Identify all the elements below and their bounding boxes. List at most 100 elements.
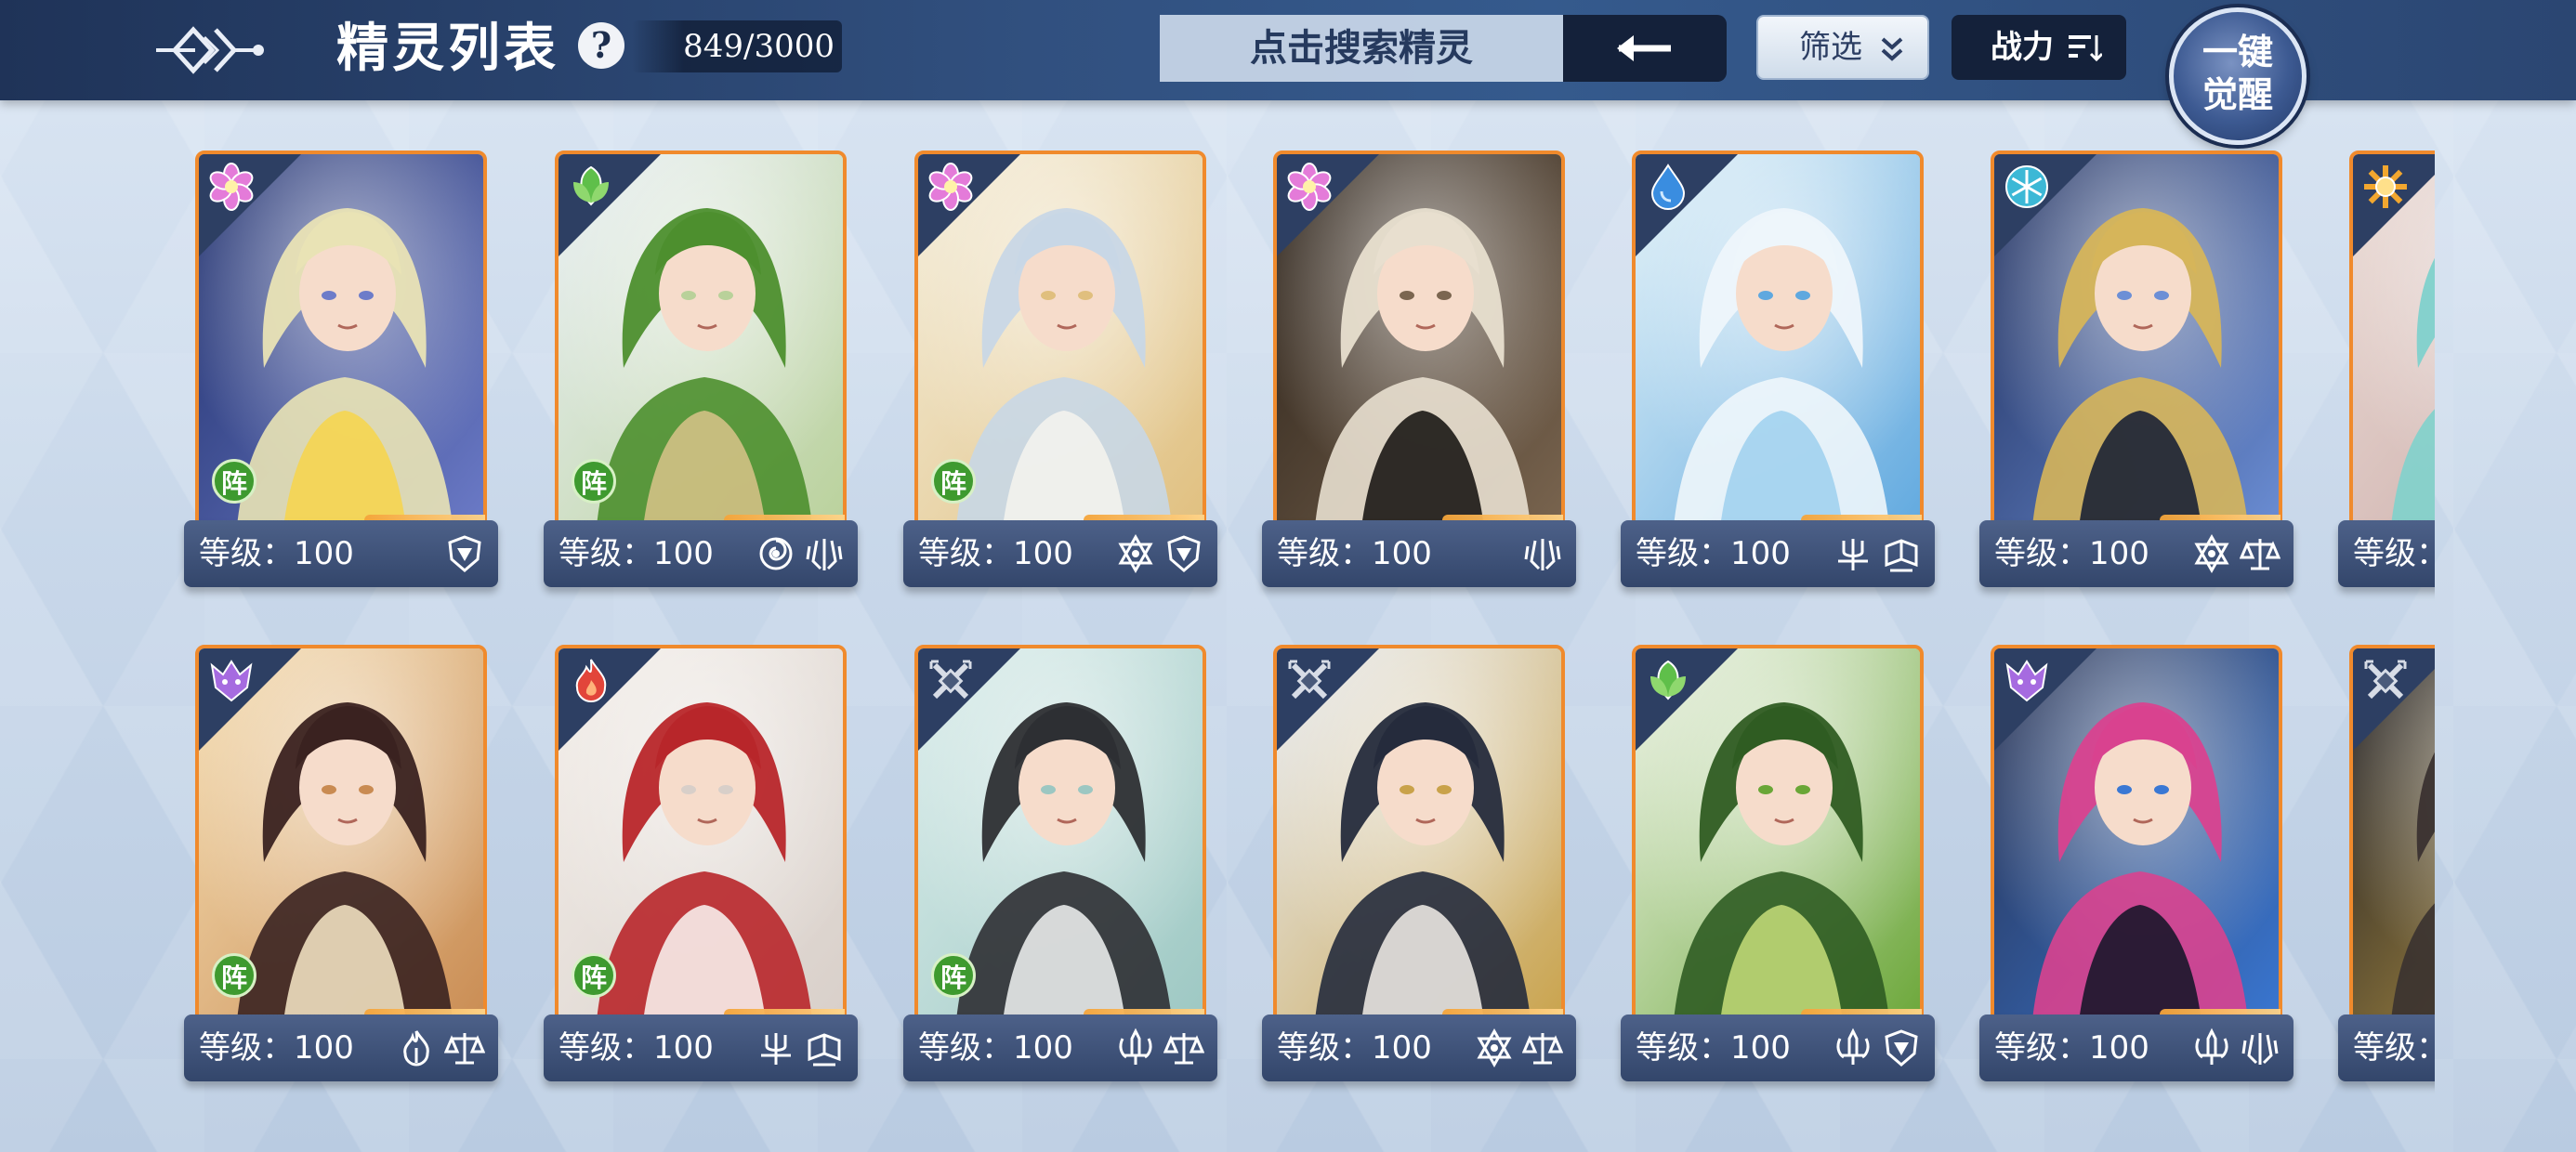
hexstar-icon [2191,533,2232,574]
level-label: 等级：100 [1994,535,2149,572]
job-icons [2191,533,2281,574]
wing-icon [2240,1028,2280,1068]
spirit-portrait [1632,645,1924,1026]
spirit-portrait [2349,645,2435,1026]
spirit-card[interactable]: 等级：100 [1621,151,1935,602]
fire-icon [566,656,616,706]
dark-demon-icon [206,656,256,706]
formation-badge: 阵 [931,459,976,504]
level-label: 等级：100 [918,535,1073,572]
job-icons [2191,1028,2280,1068]
trident-icon [756,1028,796,1068]
spirit-card[interactable]: 等级：100 [2338,151,2435,602]
spirit-card[interactable]: 等级：100 [1262,151,1576,602]
flame-icon [396,1028,437,1068]
hexstar-icon [1115,533,1156,574]
book-icon [804,1028,845,1068]
scale-icon [1163,1028,1205,1068]
light-flower-icon [1284,162,1334,212]
book-icon [1881,533,1922,574]
grass-leaf-icon [566,162,616,212]
ice-crystal-icon [2002,162,2052,212]
nature-cross-icon [2360,656,2411,706]
spirit-card[interactable]: 等级：100 [1262,645,1576,1096]
spirit-portrait [1273,151,1565,531]
card-footer: 等级：100 [544,520,858,587]
job-icons [1833,1028,1922,1068]
job-icons [396,1028,486,1068]
spirit-portrait: 阵 [555,151,847,531]
card-footer: 等级：100 [1262,1015,1576,1081]
level-label: 等级：100 [918,1029,1073,1067]
formation-badge: 阵 [212,459,256,504]
job-icons [1474,1028,1564,1068]
shield-icon [444,533,485,574]
spirit-card[interactable]: 阵等级：100 [544,645,858,1096]
card-footer: 等级：100 [2338,520,2435,587]
shield-icon [1163,533,1204,574]
light-flower-icon [206,162,256,212]
level-label: 等级：100 [2353,1029,2435,1067]
nature-cross-icon [926,656,976,706]
shield-icon [1881,1028,1922,1068]
job-icons [444,533,485,574]
level-label: 等级：100 [1636,535,1791,572]
hexstar-icon [1474,1028,1515,1068]
spirit-portrait [1991,645,2282,1026]
spirit-card[interactable]: 等级：100 [2338,645,2435,1096]
spirit-portrait [1991,151,2282,531]
level-label: 等级：100 [199,535,354,572]
scale-icon [2239,533,2281,574]
card-footer: 等级：100 [1621,520,1935,587]
spirit-card[interactable]: 等级：100 [1979,151,2293,602]
card-footer: 等级：100 [1979,520,2293,587]
spirit-portrait: 阵 [914,151,1206,531]
trident-icon [1833,533,1873,574]
scale-icon [443,1028,486,1068]
card-footer: 等级：100 [544,1015,858,1081]
level-label: 等级：100 [559,535,714,572]
light-flower-icon [926,162,976,212]
card-footer: 等级：100 [2338,1015,2435,1081]
job-icons [1833,533,1922,574]
job-icons [1115,1028,1205,1068]
sword-icon [1833,1028,1873,1068]
job-icons [1115,533,1204,574]
job-icons [756,533,845,574]
spirit-portrait: 阵 [195,151,487,531]
spirit-card[interactable]: 等级：100 [1979,645,2293,1096]
spirit-portrait: 阵 [195,645,487,1026]
spirit-card[interactable]: 等级：100 [1621,645,1935,1096]
level-label: 等级：100 [559,1029,714,1067]
job-icons [1522,533,1563,574]
grass-leaf-icon [1643,656,1693,706]
spirit-grid: 阵等级：100 阵等级：100 阵 等级：100 等级：100 等级：100 等… [0,0,2435,1152]
spirit-card[interactable]: 阵等级：100 [184,645,498,1096]
wing-icon [1522,533,1563,574]
dark-demon-icon [2002,656,2052,706]
formation-badge: 阵 [931,953,976,998]
spirit-portrait: 阵 [555,645,847,1026]
card-footer: 等级：100 [1262,520,1576,587]
sword-icon [2191,1028,2232,1068]
formation-badge: 阵 [212,953,256,998]
spirit-portrait: 阵 [914,645,1206,1026]
scale-icon [1521,1028,1564,1068]
level-label: 等级：100 [1277,1029,1432,1067]
spirit-portrait [1273,645,1565,1026]
formation-badge: 阵 [572,459,616,504]
spirit-card[interactable]: 阵等级：100 [903,645,1217,1096]
spirit-portrait [2349,151,2435,531]
card-footer: 等级：100 [184,520,498,587]
card-footer: 等级：100 [1979,1015,2293,1081]
spirit-card[interactable]: 阵等级：100 [544,151,858,602]
level-label: 等级：100 [2353,535,2435,572]
card-footer: 等级：100 [1621,1015,1935,1081]
card-footer: 等级：100 [184,1015,498,1081]
spirit-card[interactable]: 阵等级：100 [184,151,498,602]
level-label: 等级：100 [1277,535,1432,572]
spirit-card[interactable]: 阵等级：100 [903,151,1217,602]
card-footer: 等级：100 [903,520,1217,587]
swirl-icon [756,533,796,574]
level-label: 等级：100 [1994,1029,2149,1067]
